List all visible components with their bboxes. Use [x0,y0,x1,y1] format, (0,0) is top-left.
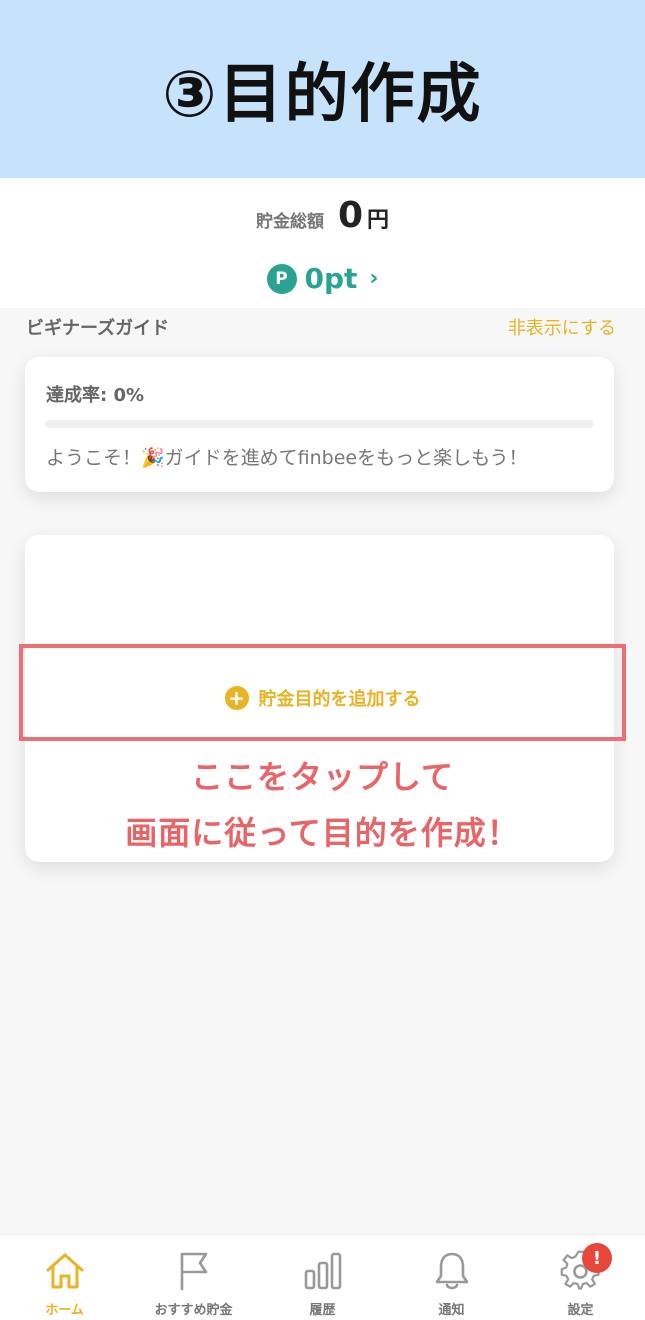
tab-label: 設定 [567,1303,594,1318]
hide-guide-button[interactable]: 非表示にする [508,314,616,340]
total-amount: 0 [337,195,364,236]
tab-home[interactable]: ホーム [0,1235,129,1320]
home-icon [46,1253,83,1289]
header-banner: ③目的作成 [0,0,645,178]
points-link[interactable]: P 0pt › [0,262,645,295]
tab-recommended[interactable]: おすすめ貯金 [129,1235,258,1320]
tab-settings[interactable]: 設定 ! [516,1235,645,1320]
total-label: 貯金総額 [255,212,324,232]
banner-title: ③目的作成 [162,58,483,132]
points-icon: P [266,263,297,294]
tab-label: 通知 [438,1303,465,1318]
tab-history[interactable]: 履歴 [258,1235,387,1320]
flag-icon [180,1252,207,1291]
total-unit: 円 [367,208,390,233]
bottom-tab-bar: ホーム おすすめ貯金 履歴 通知 設定 ! [0,1234,645,1320]
notification-badge: ! [582,1243,612,1273]
guide-header: ビギナーズガイド 非表示にする [26,314,616,340]
guide-card[interactable]: 達成率: 0% ようこそ！🎉ガイドを進めてfinbeeをもっと楽しもう！ [25,357,614,492]
tab-label: 履歴 [309,1303,336,1318]
bar-chart-icon [304,1252,341,1290]
progress-bar [45,420,594,428]
savings-total: 貯金総額 0 円 [0,195,645,236]
points-value: 0pt [304,262,358,295]
bell-icon [435,1252,468,1290]
instruction-line-2: 画面に従って目的を作成！ [125,814,520,852]
highlight-box [19,644,626,741]
tab-label: おすすめ貯金 [154,1303,233,1318]
chevron-right-icon: › [369,266,379,291]
achievement-rate: 達成率: 0% [46,385,145,406]
tab-label: ホーム [45,1303,84,1318]
welcome-message: ようこそ！🎉ガイドを進めてfinbeeをもっと楽しもう！ [46,447,528,469]
guide-title: ビギナーズガイド [26,318,170,339]
instruction-line-1: ここをタップして [190,758,455,796]
tab-notifications[interactable]: 通知 [387,1235,516,1320]
